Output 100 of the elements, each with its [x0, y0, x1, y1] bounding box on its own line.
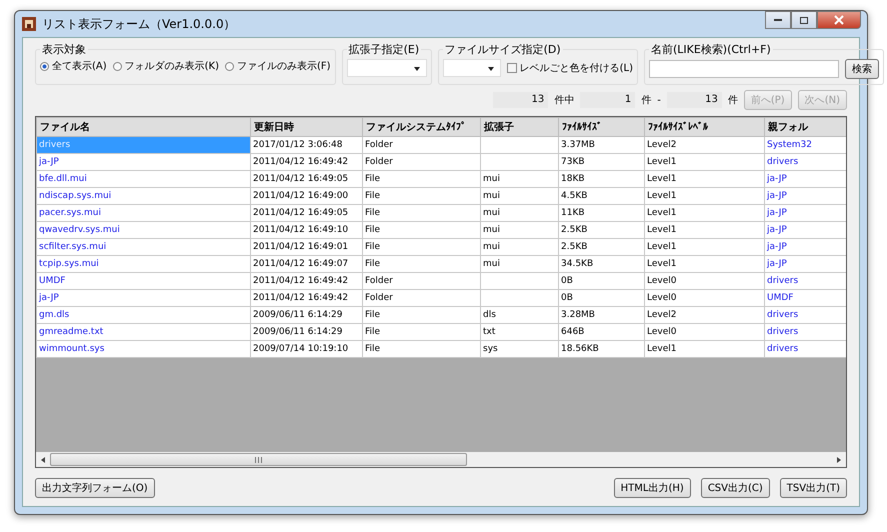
minimize-icon — [774, 19, 782, 21]
column-header[interactable]: ﾌｧｲﾙｻｲｽﾞ — [558, 118, 644, 136]
table-cell: 2009/07/14 10:19:10 — [250, 340, 362, 358]
table-cell: drivers — [36, 136, 250, 154]
table-cell: scfilter.sys.mui — [36, 238, 250, 256]
table-cell: Level1 — [644, 170, 764, 188]
table-cell: mui — [480, 204, 558, 222]
table-cell: File — [362, 204, 480, 222]
table-cell: File — [362, 222, 480, 238]
range-dash: - — [657, 94, 661, 106]
table-cell: mui — [480, 222, 558, 238]
range-start: 1 — [580, 92, 636, 108]
table-cell: mui — [480, 238, 558, 256]
table-cell: Level1 — [644, 340, 764, 358]
table-cell: pacer.sys.mui — [36, 204, 250, 222]
level-color-checkbox[interactable]: レベルごと色を付ける(L) — [506, 61, 633, 75]
count-label: 件 — [641, 94, 652, 107]
search-field[interactable] — [648, 60, 839, 78]
export-button[interactable]: CSV出力(C) — [700, 478, 770, 498]
table-cell: 2.5KB — [558, 238, 644, 256]
column-header[interactable]: 拡張子 — [480, 118, 558, 136]
column-header[interactable]: ファイル名 — [36, 118, 250, 136]
minimize-button[interactable] — [765, 11, 791, 29]
radio-option[interactable]: フォルダのみ表示(K) — [112, 59, 220, 73]
table-cell: Level0 — [644, 290, 764, 306]
table-cell: Folder — [362, 154, 480, 170]
table-cell: mui — [480, 170, 558, 188]
table-cell: Level1 — [644, 256, 764, 272]
table-cell: 2011/04/12 16:49:00 — [250, 188, 362, 204]
table-cell: Level1 — [644, 238, 764, 256]
table-cell: File — [362, 340, 480, 358]
group-label: 名前(LIKE検索)(Ctrl+F) — [650, 42, 772, 57]
table-cell: File — [362, 170, 480, 188]
table-cell: Folder — [362, 136, 480, 154]
radio-option[interactable]: 全て表示(A) — [40, 59, 107, 73]
table-cell: 2011/04/12 16:49:07 — [250, 256, 362, 272]
table-cell: gmreadme.txt — [36, 324, 250, 340]
table-cell: Level2 — [644, 136, 764, 154]
table-cell: 2011/04/12 16:49:42 — [250, 154, 362, 170]
column-header[interactable]: ﾌｧｲﾙｻｲｽﾞﾚﾍﾞﾙ — [644, 118, 764, 136]
table-cell: dls — [480, 306, 558, 324]
table-cell: 3.28MB — [558, 306, 644, 324]
app-icon — [21, 16, 37, 32]
close-button[interactable] — [817, 11, 861, 29]
column-header[interactable]: 更新日時 — [250, 118, 362, 136]
table-cell: ja-JP — [36, 290, 250, 306]
file-size-dropdown[interactable] — [442, 59, 501, 77]
export-button[interactable]: TSV出力(T) — [780, 478, 847, 498]
group-label: ファイルサイズ指定(D) — [444, 42, 562, 57]
extension-dropdown[interactable] — [346, 59, 427, 77]
maximize-button[interactable] — [791, 11, 817, 29]
dropdown-arrow-icon — [488, 67, 494, 71]
output-string-button[interactable]: 出力文字列フォーム(O) — [35, 478, 155, 498]
table-cell: File — [362, 306, 480, 324]
table-cell: 2009/06/11 6:14:29 — [250, 306, 362, 324]
search-button[interactable]: 検索 — [844, 59, 879, 79]
radio-option[interactable]: ファイルのみ表示(F) — [225, 59, 331, 73]
total-count: 13 — [493, 92, 548, 108]
table-cell: ndiscap.sys.mui — [36, 188, 250, 204]
table-cell: qwavedrv.sys.mui — [36, 222, 250, 238]
table-cell: sys — [480, 340, 558, 358]
table-cell: 2011/04/12 16:49:42 — [250, 290, 362, 306]
column-header[interactable]: ファイルシステムﾀｲﾌﾟ — [362, 118, 480, 136]
table-cell: 2.5KB — [558, 222, 644, 238]
table-cell: 2011/04/12 16:49:10 — [250, 222, 362, 238]
table-cell: gm.dls — [36, 306, 250, 324]
table-cell: Level1 — [644, 188, 764, 204]
table-cell: tcpip.sys.mui — [36, 256, 250, 272]
count-label: 件中 — [554, 94, 574, 107]
table-cell: File — [362, 238, 480, 256]
table-cell: 0B — [558, 272, 644, 290]
table-cell: 73KB — [558, 154, 644, 170]
table-cell: Folder — [362, 290, 480, 306]
table-cell: Level0 — [644, 272, 764, 290]
table-cell: Level1 — [644, 204, 764, 222]
table-cell: mui — [480, 188, 558, 204]
table-cell: Level1 — [644, 222, 764, 238]
scroll-left-icon — [41, 456, 45, 462]
table-cell: 2011/04/12 16:49:05 — [250, 170, 362, 188]
dropdown-arrow-icon — [414, 67, 420, 71]
column-header[interactable]: 親フォル — [764, 118, 846, 136]
grip-icon — [255, 456, 262, 462]
table-cell: Level2 — [644, 306, 764, 324]
table-cell: 3.37MB — [558, 136, 644, 154]
count-label: 件 — [728, 94, 738, 107]
range-end: 13 — [666, 92, 722, 108]
table-cell: File — [362, 324, 480, 340]
scroll-right-icon — [837, 456, 841, 462]
table-cell: 2011/04/12 16:49:05 — [250, 204, 362, 222]
window-title: リスト表示フォーム（Ver1.0.0.0） — [42, 16, 236, 32]
export-button[interactable]: HTML出力(H) — [614, 478, 691, 498]
table-cell: ja-JP — [36, 154, 250, 170]
table-cell: 18KB — [558, 170, 644, 188]
table-cell: 2009/06/11 6:14:29 — [250, 324, 362, 340]
close-icon — [834, 15, 844, 25]
table-cell: File — [362, 256, 480, 272]
group-label: 表示対象 — [41, 42, 87, 57]
table-cell: Level0 — [644, 324, 764, 340]
table-cell: 18.56KB — [558, 340, 644, 358]
table-cell: bfe.dll.mui — [36, 170, 250, 188]
